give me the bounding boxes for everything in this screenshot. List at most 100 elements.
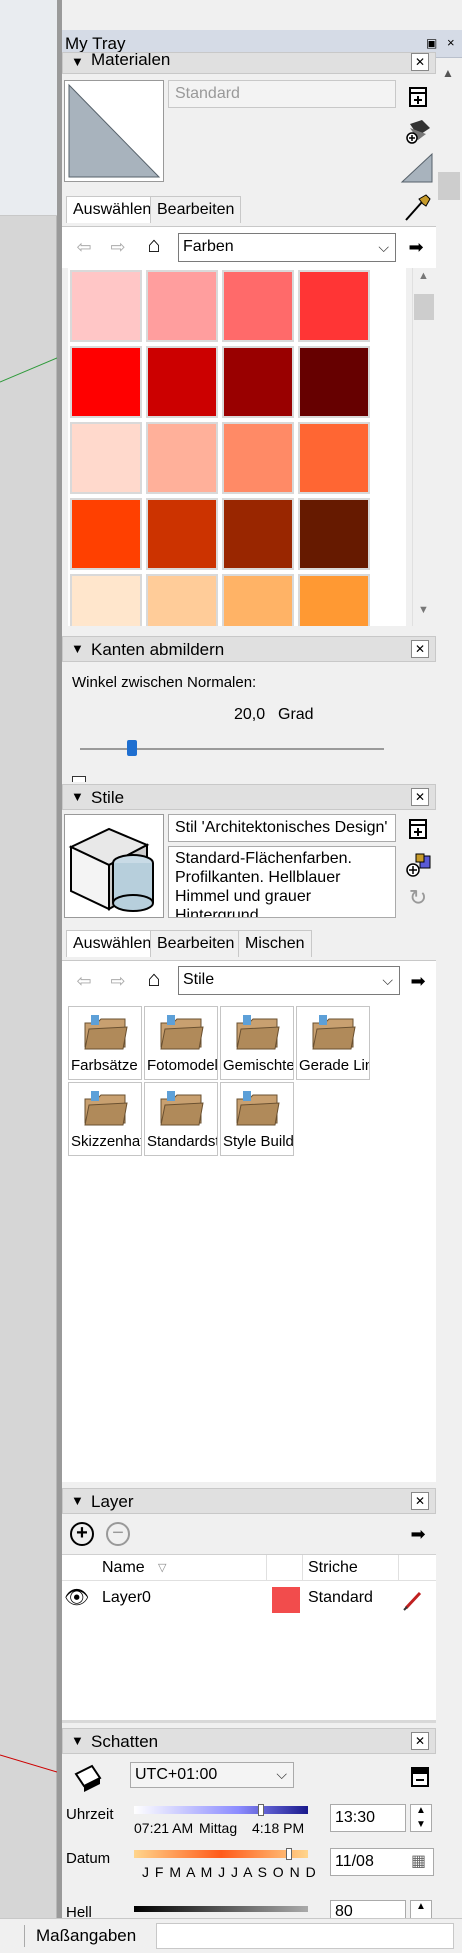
material-swatch[interactable]: [222, 346, 294, 418]
layer-name[interactable]: Layer0: [102, 1589, 151, 1607]
date-field[interactable]: 11/08 ▦: [330, 1848, 434, 1876]
material-swatch[interactable]: [146, 574, 218, 626]
material-swatch[interactable]: [222, 574, 294, 626]
tray-close-icon[interactable]: ×: [447, 35, 455, 50]
tray-scrollbar[interactable]: ▲: [437, 60, 462, 1918]
refresh-icon[interactable]: ↻: [406, 886, 430, 910]
create-material-icon[interactable]: [406, 86, 430, 110]
model-viewport[interactable]: [0, 0, 57, 1918]
scroll-up-icon[interactable]: ▲: [442, 66, 454, 80]
style-folder[interactable]: Style Builder: [220, 1082, 294, 1156]
smooth-normals-checkbox[interactable]: [72, 776, 86, 782]
layer-dashes[interactable]: Standard: [308, 1589, 373, 1607]
column-name[interactable]: Name: [102, 1559, 145, 1577]
remove-layer-icon[interactable]: −: [106, 1522, 130, 1546]
back-icon[interactable]: ⇦: [72, 969, 96, 993]
layer-color-swatch[interactable]: [272, 1587, 300, 1613]
scrollbar-thumb[interactable]: [438, 172, 460, 200]
spin-up-icon[interactable]: ▲: [416, 1901, 426, 1912]
timezone-select[interactable]: UTC+01:00 ⌵: [130, 1762, 294, 1788]
style-folder[interactable]: Gemischte Stile: [220, 1006, 294, 1080]
time-slider-track[interactable]: [134, 1806, 308, 1814]
collapse-icon[interactable]: ▼: [71, 54, 84, 69]
material-swatch[interactable]: [70, 574, 142, 626]
material-swatch[interactable]: [70, 270, 142, 342]
material-name-field[interactable]: Standard: [168, 80, 396, 108]
angle-slider-thumb[interactable]: [126, 740, 137, 756]
pencil-icon[interactable]: [402, 1589, 424, 1616]
material-swatch[interactable]: [70, 422, 142, 494]
material-swatch[interactable]: [298, 574, 370, 626]
spin-up-icon[interactable]: ▲: [416, 1805, 426, 1816]
material-swatch[interactable]: [146, 422, 218, 494]
materials-grid-scrollbar[interactable]: ▲ ▼: [412, 268, 435, 626]
scrollbar-thumb[interactable]: [414, 294, 434, 320]
material-swatch[interactable]: [146, 270, 218, 342]
paint-bucket-icon[interactable]: [404, 118, 432, 146]
tab-select[interactable]: Auswählen: [66, 196, 159, 223]
time-slider-thumb[interactable]: [258, 1804, 264, 1816]
scroll-down-icon[interactable]: ▼: [418, 604, 429, 616]
style-folder[interactable]: Standardstile: [144, 1082, 218, 1156]
materials-library-select[interactable]: Farben ⌵: [178, 233, 396, 262]
tab-edit[interactable]: Bearbeiten: [150, 930, 242, 957]
eyedropper-icon[interactable]: [402, 192, 432, 224]
tab-select[interactable]: Auswählen: [66, 930, 159, 957]
material-swatch[interactable]: [222, 422, 294, 494]
style-folder[interactable]: Skizzenhafte Kanten: [68, 1082, 142, 1156]
scroll-up-icon[interactable]: ▲: [418, 270, 429, 282]
soften-edges-panel-header[interactable]: ▼ Kanten abmildern ✕: [62, 636, 436, 662]
forward-icon[interactable]: ⇨: [106, 969, 130, 993]
material-swatch[interactable]: [298, 270, 370, 342]
materials-panel-header[interactable]: ▼ Materialen ✕: [62, 52, 436, 74]
material-swatch[interactable]: [222, 498, 294, 570]
date-slider-track[interactable]: [134, 1850, 308, 1858]
home-icon[interactable]: ⌂: [142, 233, 166, 257]
date-slider-thumb[interactable]: [286, 1848, 292, 1860]
collapse-icon[interactable]: ▼: [71, 641, 84, 656]
column-dashes[interactable]: Striche: [308, 1559, 358, 1577]
details-arrow-icon[interactable]: ➡: [404, 235, 428, 259]
light-slider-track[interactable]: [134, 1906, 308, 1912]
pin-icon[interactable]: ▣: [426, 36, 437, 50]
close-icon[interactable]: ✕: [411, 53, 429, 71]
light-field[interactable]: 80: [330, 1900, 406, 1918]
material-swatch[interactable]: [222, 270, 294, 342]
shadow-toggle-icon[interactable]: [74, 1764, 102, 1797]
spin-down-icon[interactable]: ▼: [416, 1819, 426, 1830]
calendar-icon[interactable]: ▦: [411, 1851, 426, 1871]
material-swatch[interactable]: [146, 498, 218, 570]
light-spinner[interactable]: ▲: [410, 1900, 432, 1918]
collapse-icon[interactable]: ▼: [71, 1493, 84, 1508]
shadows-panel-header[interactable]: ▼ Schatten ✕: [62, 1728, 436, 1754]
collapse-icon[interactable]: ▼: [71, 789, 84, 804]
measurements-input[interactable]: [156, 1923, 454, 1949]
close-icon[interactable]: ✕: [411, 640, 429, 658]
collapse-icon[interactable]: ▼: [71, 1733, 84, 1748]
angle-slider-track[interactable]: [80, 748, 384, 750]
tab-mix[interactable]: Mischen: [238, 930, 312, 957]
visibility-eye-icon[interactable]: 👁: [64, 1585, 89, 1610]
home-icon[interactable]: ⌂: [142, 967, 166, 991]
material-swatch[interactable]: [70, 346, 142, 418]
close-icon[interactable]: ✕: [411, 1732, 429, 1750]
time-field[interactable]: 13:30: [330, 1804, 406, 1832]
material-swatch[interactable]: [146, 346, 218, 418]
styles-panel-header[interactable]: ▼ Stile ✕: [62, 784, 436, 810]
default-material-icon[interactable]: [400, 152, 434, 184]
update-style-icon[interactable]: [404, 852, 432, 880]
back-icon[interactable]: ⇦: [72, 235, 96, 259]
styles-library-select[interactable]: Stile ⌵: [178, 966, 400, 995]
layer-panel-header[interactable]: ▼ Layer ✕: [62, 1488, 436, 1514]
style-folder[interactable]: Fotomodellierung: [144, 1006, 218, 1080]
material-swatch[interactable]: [298, 346, 370, 418]
material-swatch[interactable]: [70, 498, 142, 570]
style-folder[interactable]: Farbsätze: [68, 1006, 142, 1080]
time-spinner[interactable]: ▲ ▼: [410, 1804, 432, 1832]
collapse-details-icon[interactable]: [410, 1766, 430, 1793]
style-name-field[interactable]: Stil 'Architektonisches Design': [168, 814, 396, 842]
close-icon[interactable]: ✕: [411, 1492, 429, 1510]
style-description-field[interactable]: Standard-Flächenfarben. Profilkanten. He…: [168, 846, 396, 918]
forward-icon[interactable]: ⇨: [106, 235, 130, 259]
tab-edit[interactable]: Bearbeiten: [150, 196, 242, 223]
